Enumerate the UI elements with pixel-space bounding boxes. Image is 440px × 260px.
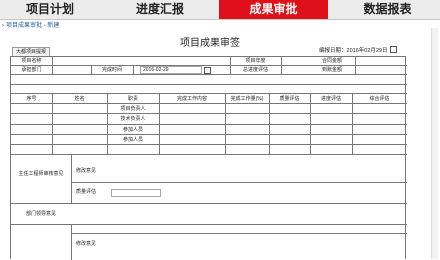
- report-date: 编报日期：2016年02月29日: [319, 46, 397, 55]
- header-overall: 综合评估: [369, 96, 390, 102]
- label-dept-leader-opinion: 部门领导意见: [25, 211, 56, 217]
- header-name: 姓名: [74, 96, 85, 102]
- role-participant: 参加人员: [122, 137, 143, 143]
- report-date-label: 编报日期：: [319, 48, 347, 54]
- top-navigation: 项目计划 进度汇报 成果审批 数据报表: [0, 0, 440, 20]
- calendar-icon[interactable]: [204, 67, 211, 74]
- form-title: 项目成果审签: [180, 38, 240, 49]
- header-duty: 职责: [127, 96, 138, 102]
- role-tech-leader: 技术负责人: [120, 116, 146, 122]
- label-contract-amount: 合同金额: [321, 58, 342, 64]
- header-progress: 进度评估: [320, 96, 341, 102]
- label-bearing-dept: 承担部门: [21, 67, 42, 73]
- label-modify-opinion: 修改意见: [75, 168, 96, 174]
- label-chief-engineer-opinion: 主任工程师审核意见: [18, 171, 64, 177]
- approval-form: 项目名称 项目年度 合同金额 承担部门 完成时间 2016-02-29 总进度评…: [10, 56, 407, 260]
- tab-progress-report[interactable]: 进度汇报: [110, 0, 210, 19]
- quality-assessment-input[interactable]: [111, 189, 161, 197]
- tab-project-plan[interactable]: 项目计划: [0, 0, 100, 19]
- role-project-leader: 项目负责人: [120, 106, 146, 112]
- tab-data-reports[interactable]: 数据报表: [335, 0, 440, 19]
- finish-time-input[interactable]: 2016-02-29: [140, 66, 202, 74]
- header-serial: 序号: [26, 96, 37, 102]
- label-modify-opinion-2: 修改意见: [75, 241, 96, 247]
- label-project-name: 项目名称: [21, 58, 42, 64]
- header-work-content: 完成工作内容: [176, 96, 207, 102]
- breadcrumb-text[interactable]: 项目成果审批 - 新建: [6, 23, 59, 29]
- tab-result-approval[interactable]: 成果审批: [219, 0, 328, 19]
- label-project-year: 项目年度: [245, 58, 266, 64]
- label-quality-assessment: 质量评估: [75, 189, 96, 195]
- breadcrumb: › 项目成果审批 - 新建: [2, 22, 59, 30]
- role-participant: 参加人员: [122, 127, 143, 133]
- label-finish-time: 完成时间: [101, 67, 122, 73]
- header-quality: 质量评估: [279, 96, 300, 102]
- calendar-icon[interactable]: [389, 46, 397, 54]
- label-arrival-amount: 到账金额: [321, 67, 342, 73]
- label-total-score: 总进度评估: [242, 67, 268, 73]
- chevron-right-icon: ›: [2, 23, 4, 29]
- report-date-value[interactable]: 2016年02月29日: [347, 48, 388, 54]
- vertical-scrollbar[interactable]: [431, 28, 438, 259]
- header-workload: 完成工作量(%): [230, 96, 264, 102]
